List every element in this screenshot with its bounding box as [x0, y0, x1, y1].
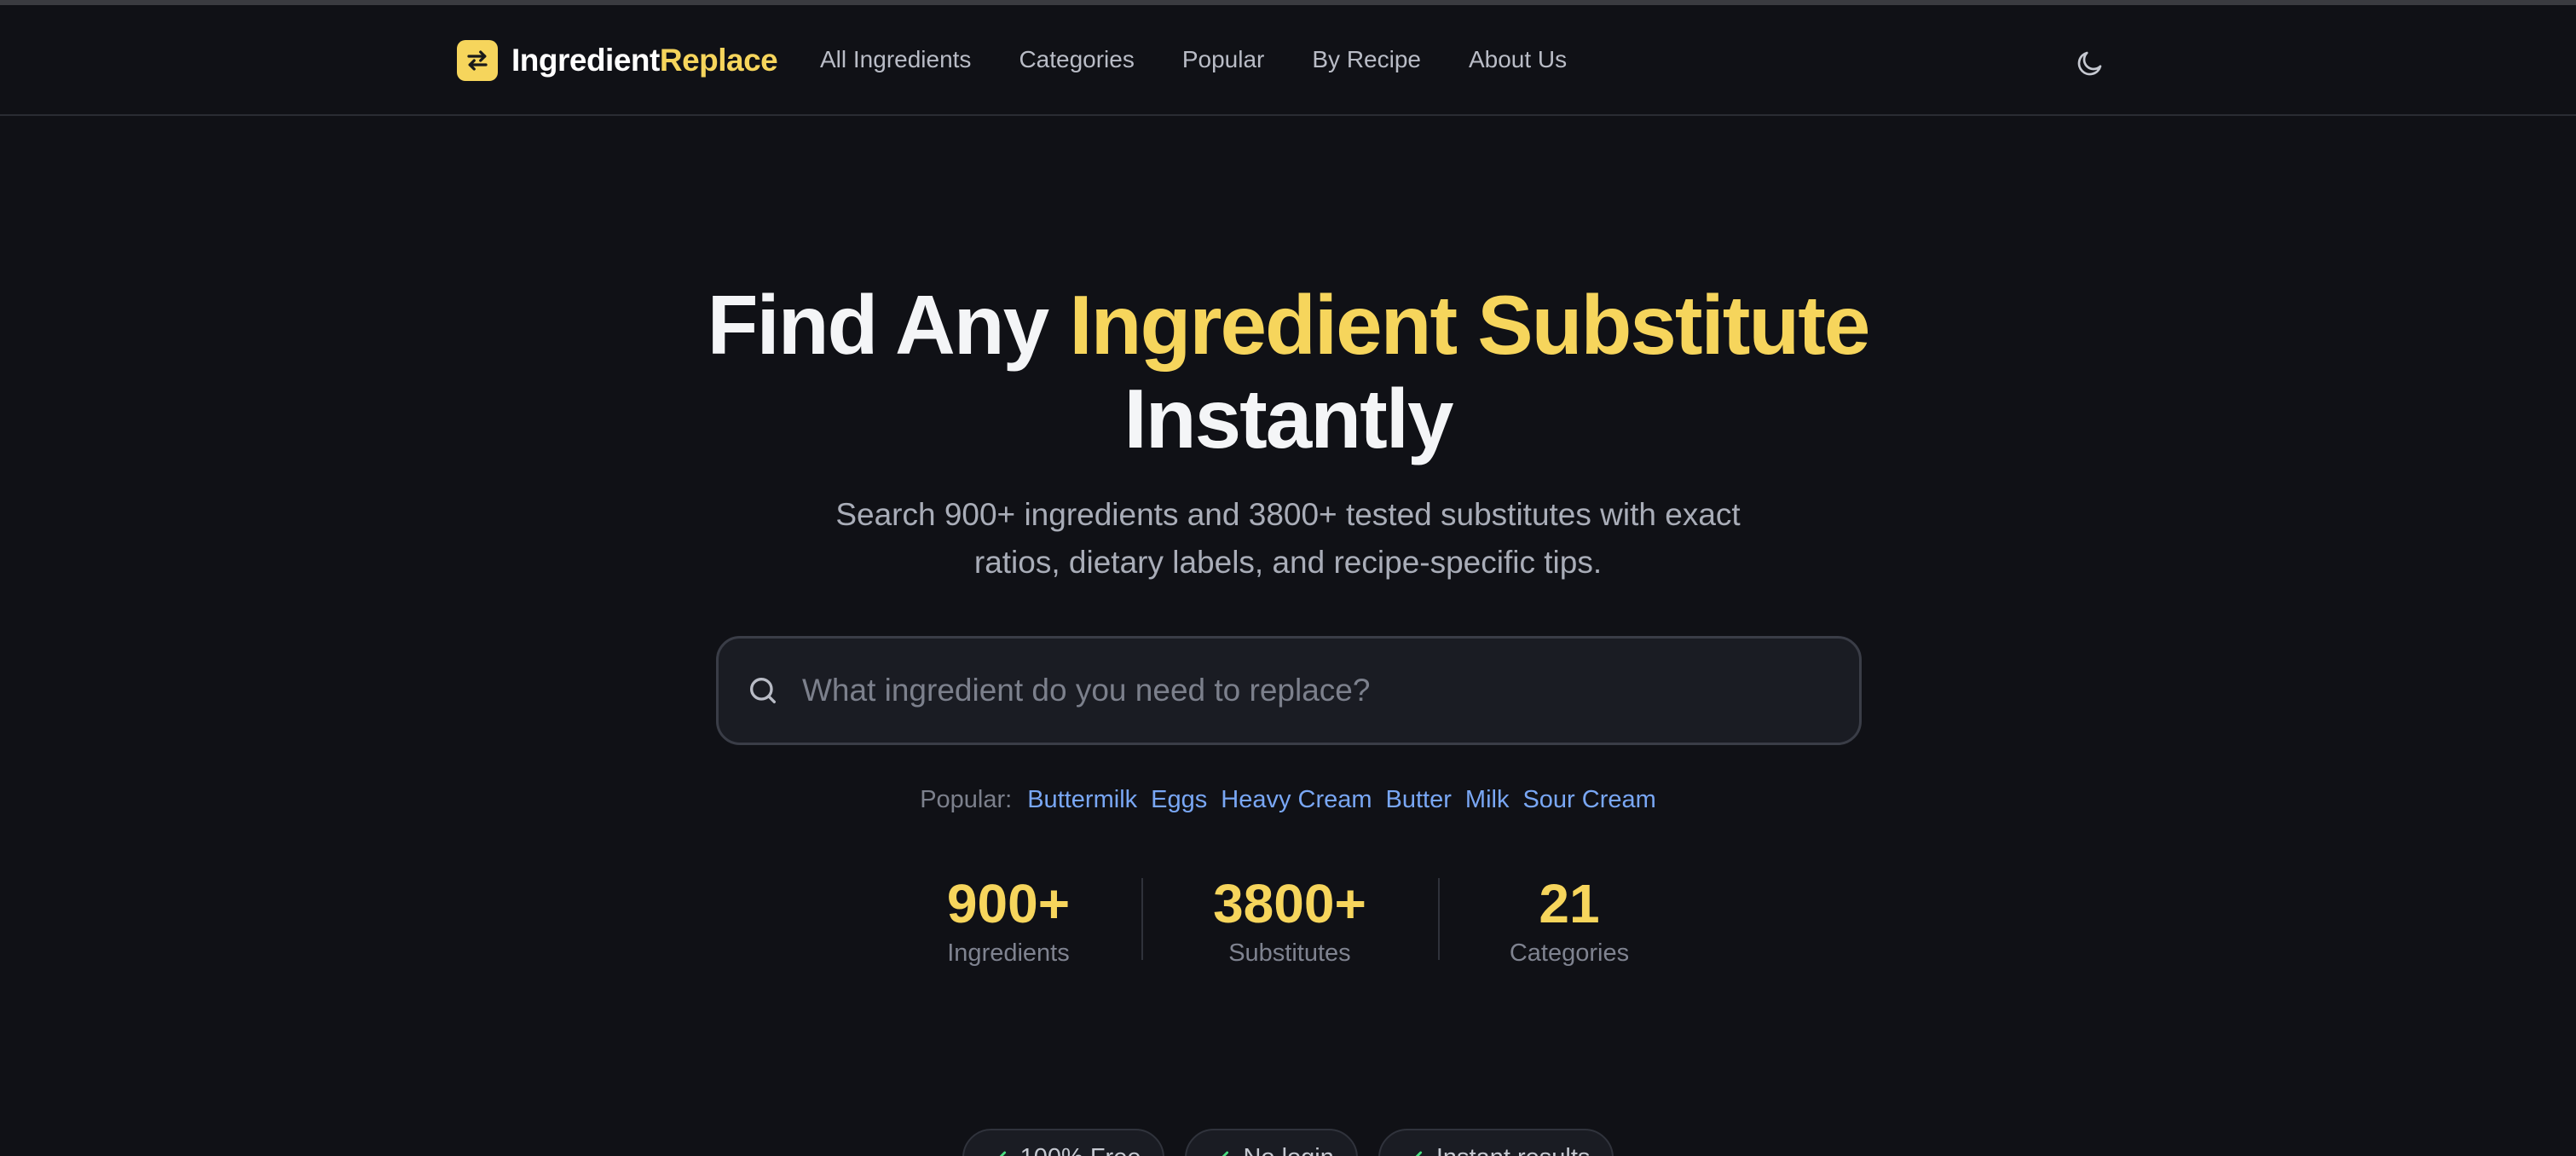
check-icon: [999, 1151, 1006, 1156]
stat-label: Categories: [1509, 939, 1630, 967]
hero-title-part1: Find Any: [707, 278, 1070, 372]
theme-toggle-button[interactable]: [2073, 46, 2107, 80]
feature-badges: 100% Free No login Instant results: [0, 1129, 2576, 1156]
hero-section: Find Any Ingredient Substitute Instantly…: [0, 116, 2576, 1156]
stat-label: Ingredients: [947, 939, 1070, 967]
nav-categories[interactable]: Categories: [1019, 46, 1134, 73]
swap-arrows-icon: [457, 40, 498, 81]
check-icon: [1222, 1151, 1229, 1156]
brand-name: IngredientReplace: [511, 43, 778, 78]
hero-title-highlight: Ingredient Substitute: [1069, 278, 1870, 372]
stats-row: 900+ Ingredients 3800+ Substitutes 21 Ca…: [0, 871, 2576, 970]
stat-substitutes: 3800+ Substitutes: [1141, 755, 1438, 970]
site-header: IngredientReplace All Ingredients Catego…: [0, 5, 2576, 116]
nav-popular[interactable]: Popular: [1182, 46, 1265, 73]
hero-subtitle: Search 900+ ingredients and 3800+ tested…: [0, 491, 2576, 587]
search-icon: [750, 678, 776, 703]
hero-title-part2: Instantly: [1123, 372, 1454, 465]
search-box: [716, 636, 1862, 745]
badge-label: Instant results: [1436, 1144, 1591, 1156]
hero-subtitle-line2: ratios, dietary labels, and recipe-speci…: [973, 545, 1603, 580]
search-input[interactable]: [802, 673, 1859, 708]
moon-icon: [2077, 51, 2102, 76]
stat-value: 21: [1539, 873, 1600, 934]
check-icon: [1415, 1151, 1422, 1156]
stat-categories: 21 Categories: [1437, 755, 1701, 970]
badge-label: No login: [1243, 1144, 1333, 1156]
stat-label: Substitutes: [1228, 939, 1351, 967]
nav-all-ingredients[interactable]: All Ingredients: [820, 46, 971, 73]
badge-free: 100% Free: [962, 1129, 1165, 1156]
badge-instant-results: Instant results: [1378, 1129, 1614, 1156]
main-nav: All Ingredients Categories Popular By Re…: [820, 46, 1567, 73]
hero-subtitle-line1: Search 900+ ingredients and 3800+ tested…: [835, 497, 1741, 532]
nav-about-us[interactable]: About Us: [1469, 46, 1567, 73]
badge-label: 100% Free: [1020, 1144, 1141, 1156]
badge-no-login: No login: [1185, 1129, 1358, 1156]
stat-ingredients: 900+ Ingredients: [875, 755, 1141, 970]
nav-by-recipe[interactable]: By Recipe: [1312, 46, 1421, 73]
hero-title: Find Any Ingredient Substitute Instantly: [0, 278, 2576, 465]
stat-value: 3800+: [1213, 873, 1366, 934]
brand-logo-link[interactable]: IngredientReplace: [457, 39, 778, 82]
stat-value: 900+: [946, 873, 1071, 934]
